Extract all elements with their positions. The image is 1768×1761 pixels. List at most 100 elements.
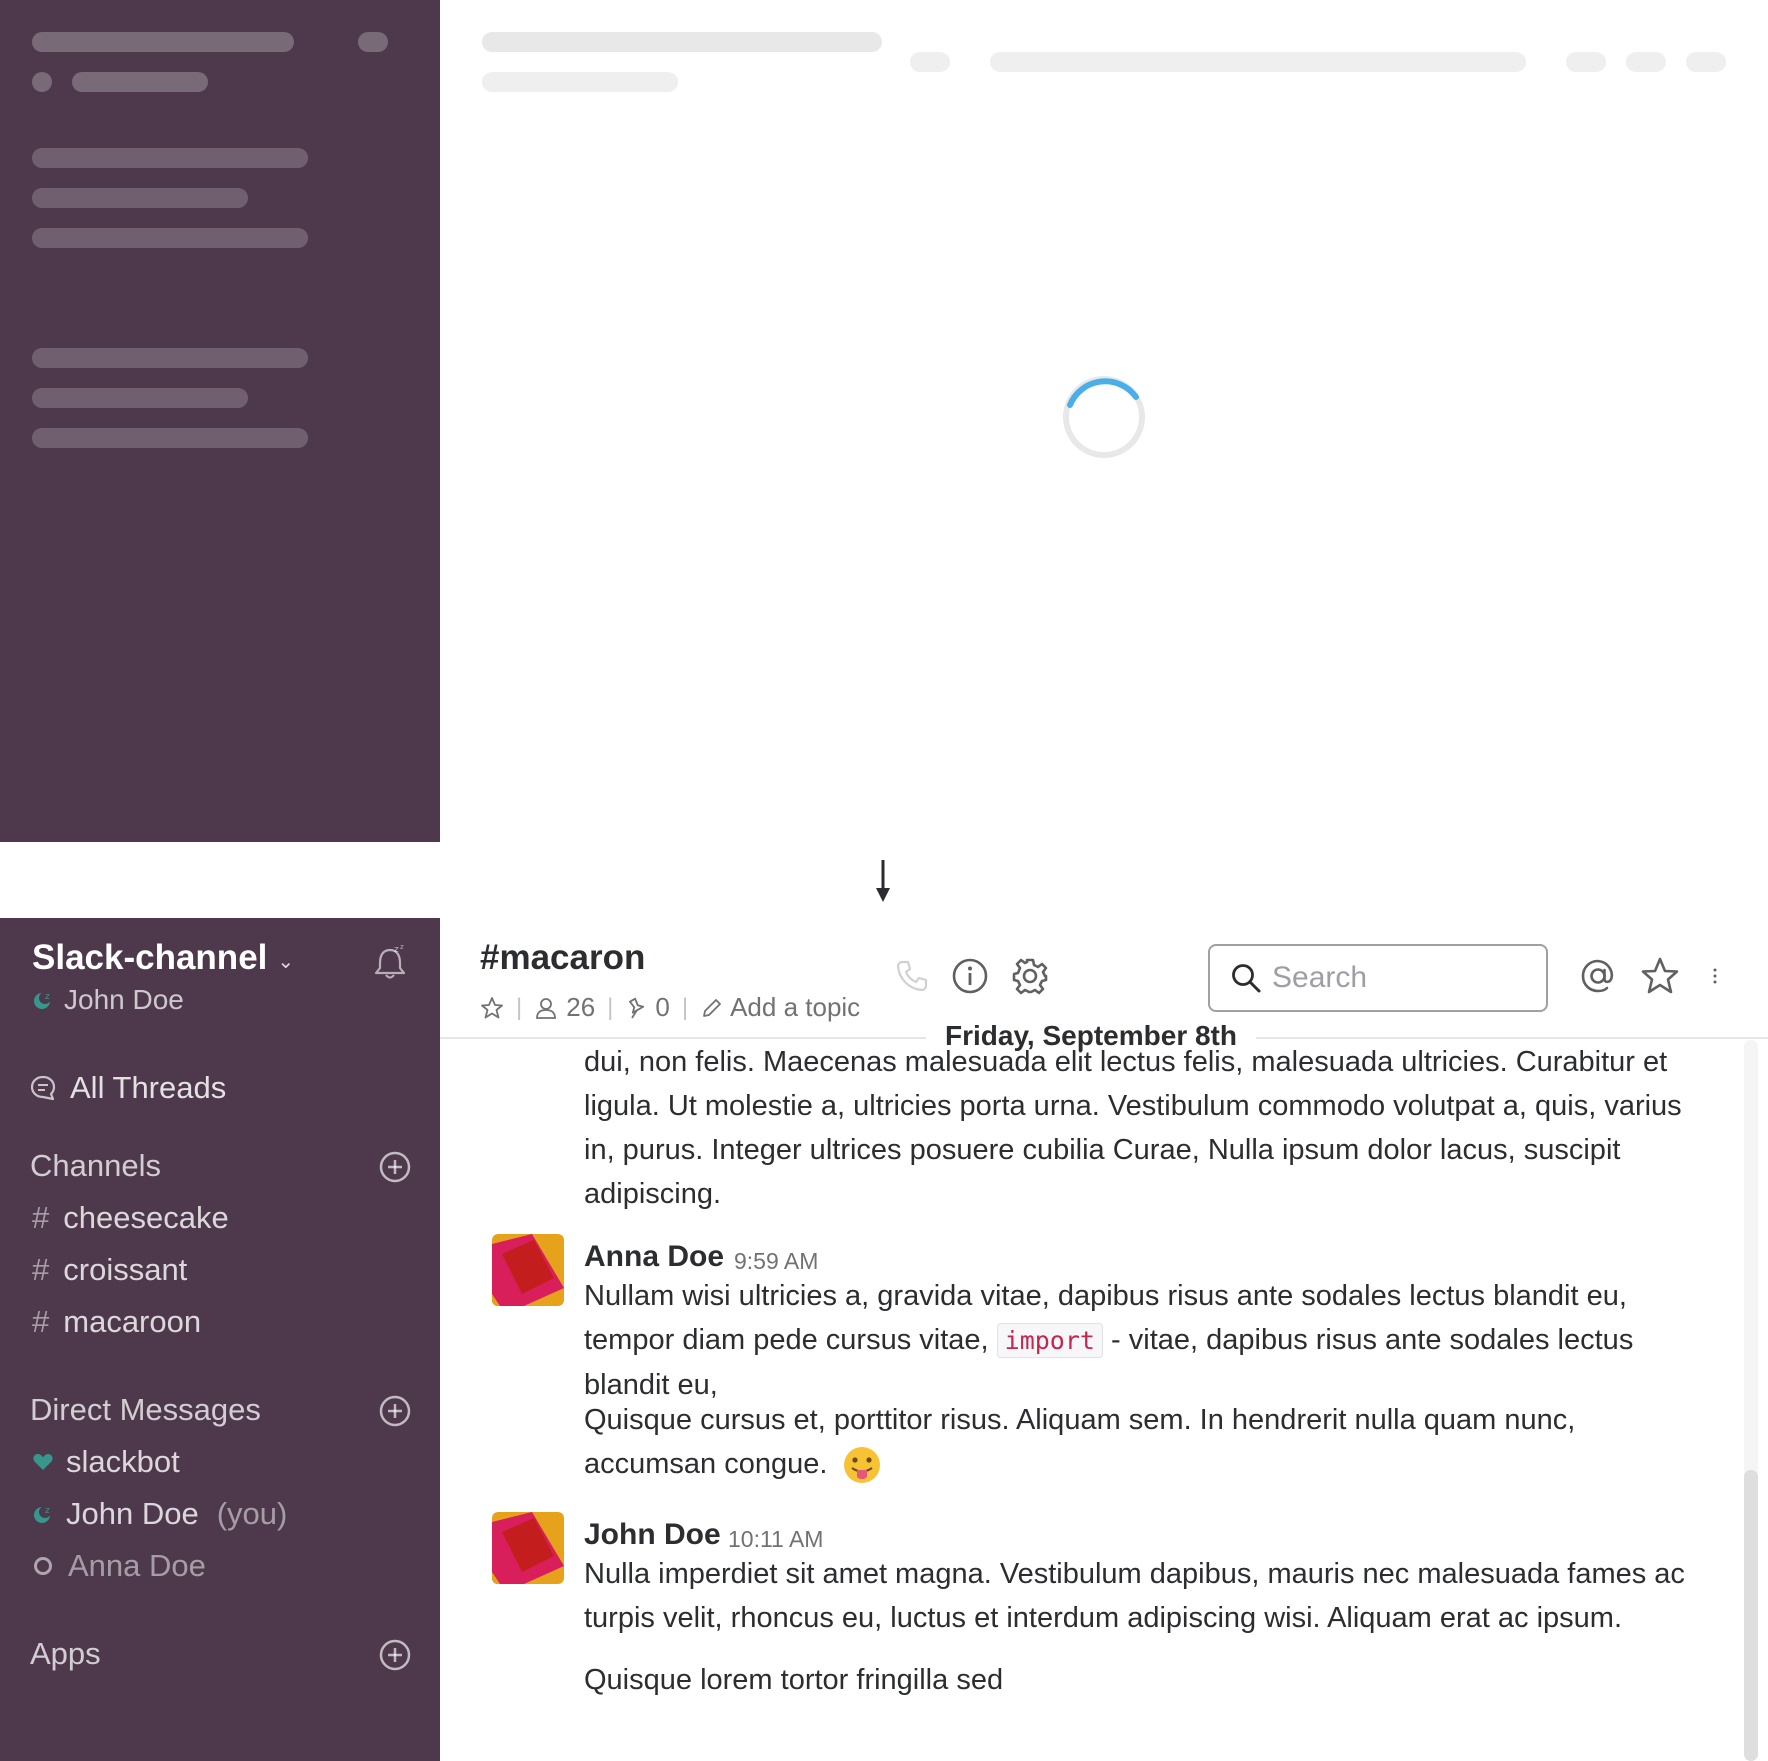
star-icon[interactable] bbox=[480, 996, 504, 1020]
current-user[interactable]: z John Doe bbox=[32, 984, 184, 1016]
message-timestamp[interactable]: 10:11 AM bbox=[728, 1526, 823, 1553]
away-icon: z bbox=[34, 992, 51, 1009]
message-timestamp[interactable]: 9:59 AM bbox=[734, 1248, 818, 1275]
message-body: Quisque cursus et, porttitor risus. Aliq… bbox=[584, 1398, 1694, 1486]
skeleton-user-name bbox=[72, 72, 208, 92]
svg-text:z: z bbox=[400, 943, 404, 951]
skeleton-line bbox=[32, 348, 308, 368]
skeleton-channel-title bbox=[482, 32, 882, 52]
avatar[interactable] bbox=[492, 1512, 564, 1584]
gear-icon[interactable] bbox=[1010, 956, 1050, 996]
skeleton-team-name bbox=[32, 32, 294, 52]
loading-spinner bbox=[1063, 376, 1145, 458]
svg-text:z: z bbox=[394, 945, 399, 955]
hash-icon: # bbox=[32, 1252, 50, 1287]
add-topic-button[interactable]: Add a topic bbox=[700, 992, 860, 1023]
inline-code: import bbox=[996, 1323, 1103, 1358]
channel-label: macaroon bbox=[63, 1304, 202, 1339]
info-icon[interactable] bbox=[950, 956, 990, 996]
team-menu[interactable]: Slack-channel ⌄ bbox=[32, 938, 294, 978]
direct-messages-heading[interactable]: Direct Messages bbox=[30, 1392, 261, 1428]
add-dm-button[interactable] bbox=[378, 1394, 412, 1428]
svg-text:z: z bbox=[45, 1506, 50, 1516]
phone-icon[interactable] bbox=[892, 956, 932, 996]
search-icon bbox=[1232, 964, 1261, 993]
dm-label: slackbot bbox=[66, 1444, 180, 1479]
skeleton-icon bbox=[910, 52, 950, 72]
message-body: Nullam wisi ultricies a, gravida vitae, … bbox=[584, 1274, 1694, 1407]
skeleton-icon bbox=[1626, 52, 1666, 72]
add-app-button[interactable] bbox=[378, 1638, 412, 1672]
skeleton-line bbox=[32, 228, 308, 248]
snooze-bell-icon[interactable]: z z bbox=[370, 942, 410, 982]
apps-heading[interactable]: Apps bbox=[30, 1636, 101, 1672]
channel-label: cheesecake bbox=[63, 1200, 229, 1235]
message-scrollbar[interactable] bbox=[1744, 1040, 1758, 1761]
loaded-state: Slack-channel ⌄ z z z John Doe All Threa… bbox=[0, 918, 1768, 1761]
hash-icon: # bbox=[32, 1200, 50, 1235]
svg-text:z: z bbox=[45, 992, 50, 1002]
meta-separator: | bbox=[516, 993, 523, 1021]
skeleton-icon bbox=[1566, 52, 1606, 72]
chevron-down-icon: ⌄ bbox=[277, 950, 295, 973]
dm-label: John Doe bbox=[66, 1496, 199, 1531]
dm-you-suffix: (you) bbox=[216, 1496, 288, 1531]
sidebar-channel-croissant[interactable]: # croissant bbox=[32, 1252, 187, 1288]
sidebar-dm-anna-doe[interactable]: Anna Doe bbox=[32, 1548, 206, 1584]
loading-state bbox=[0, 0, 1768, 842]
pins-button[interactable]: 0 bbox=[625, 992, 670, 1023]
skeleton-line bbox=[32, 188, 248, 208]
search-input[interactable] bbox=[1208, 944, 1548, 1012]
sidebar-dm-slackbot[interactable]: slackbot bbox=[32, 1444, 180, 1480]
all-threads-label: All Threads bbox=[70, 1070, 227, 1105]
hash-icon: # bbox=[32, 1304, 50, 1339]
skeleton-bell bbox=[358, 32, 388, 52]
sidebar-dm-john-doe[interactable]: z John Doe (you) bbox=[32, 1496, 287, 1532]
skeleton-line bbox=[32, 388, 248, 408]
message-continued: dui, non felis. Maecenas malesuada elit … bbox=[584, 1046, 1682, 1210]
add-topic-label: Add a topic bbox=[730, 992, 861, 1022]
skeleton-search bbox=[990, 52, 1526, 72]
stuck-out-tongue-emoji-icon bbox=[843, 1447, 880, 1484]
current-user-name: John Doe bbox=[64, 984, 184, 1015]
members-button[interactable]: 26 bbox=[534, 992, 595, 1023]
channel-label: croissant bbox=[63, 1252, 188, 1287]
add-channel-button[interactable] bbox=[378, 1150, 412, 1184]
sidebar-channel-macaroon[interactable]: # macaroon bbox=[32, 1304, 201, 1340]
team-name: Slack-channel bbox=[32, 938, 268, 977]
sidebar-channel-cheesecake[interactable]: # cheesecake bbox=[32, 1200, 229, 1236]
skeleton-line bbox=[32, 148, 308, 168]
members-count: 26 bbox=[566, 992, 596, 1022]
meta-separator: | bbox=[681, 993, 689, 1021]
skeleton-line bbox=[32, 428, 308, 448]
channel-pane: #macaron | 26 | 0 | Add a topic Search F… bbox=[440, 918, 1768, 1761]
channel-title[interactable]: #macaron bbox=[480, 938, 645, 978]
message-text: Quisque cursus et, porttitor risus. Aliq… bbox=[584, 1404, 1576, 1480]
sidebar: Slack-channel ⌄ z z z John Doe All Threa… bbox=[0, 918, 440, 1761]
at-icon[interactable] bbox=[1578, 956, 1618, 996]
message-author[interactable]: John Doe bbox=[584, 1518, 721, 1552]
channel-meta: | 26 | 0 | Add a topic bbox=[480, 992, 860, 1023]
scrollbar-thumb[interactable] bbox=[1744, 1470, 1758, 1761]
loading-sidebar bbox=[0, 0, 440, 842]
message-list: dui, non felis. Maecenas malesuada elit … bbox=[440, 1040, 1740, 1761]
star-icon[interactable] bbox=[1640, 956, 1680, 996]
message-author[interactable]: Anna Doe bbox=[584, 1240, 724, 1274]
skeleton-channel-meta bbox=[482, 72, 678, 92]
offline-icon bbox=[34, 1557, 52, 1575]
threads-icon bbox=[30, 1075, 56, 1101]
message-body: Quisque lorem tortor fringilla sed bbox=[584, 1664, 1004, 1696]
meta-separator: | bbox=[607, 993, 614, 1021]
avatar[interactable] bbox=[492, 1234, 564, 1306]
dm-label: Anna Doe bbox=[68, 1548, 206, 1583]
skeleton-icon bbox=[1686, 52, 1726, 72]
all-threads-link[interactable]: All Threads bbox=[28, 1070, 226, 1106]
search-field[interactable] bbox=[1272, 961, 1522, 995]
more-vertical-icon[interactable] bbox=[1710, 956, 1730, 996]
pin-icon bbox=[629, 997, 645, 1018]
pins-count: 0 bbox=[655, 992, 670, 1022]
away-icon: z bbox=[34, 1506, 51, 1523]
channels-heading[interactable]: Channels bbox=[30, 1148, 161, 1184]
person-icon bbox=[536, 997, 557, 1019]
skeleton-presence bbox=[32, 72, 52, 92]
